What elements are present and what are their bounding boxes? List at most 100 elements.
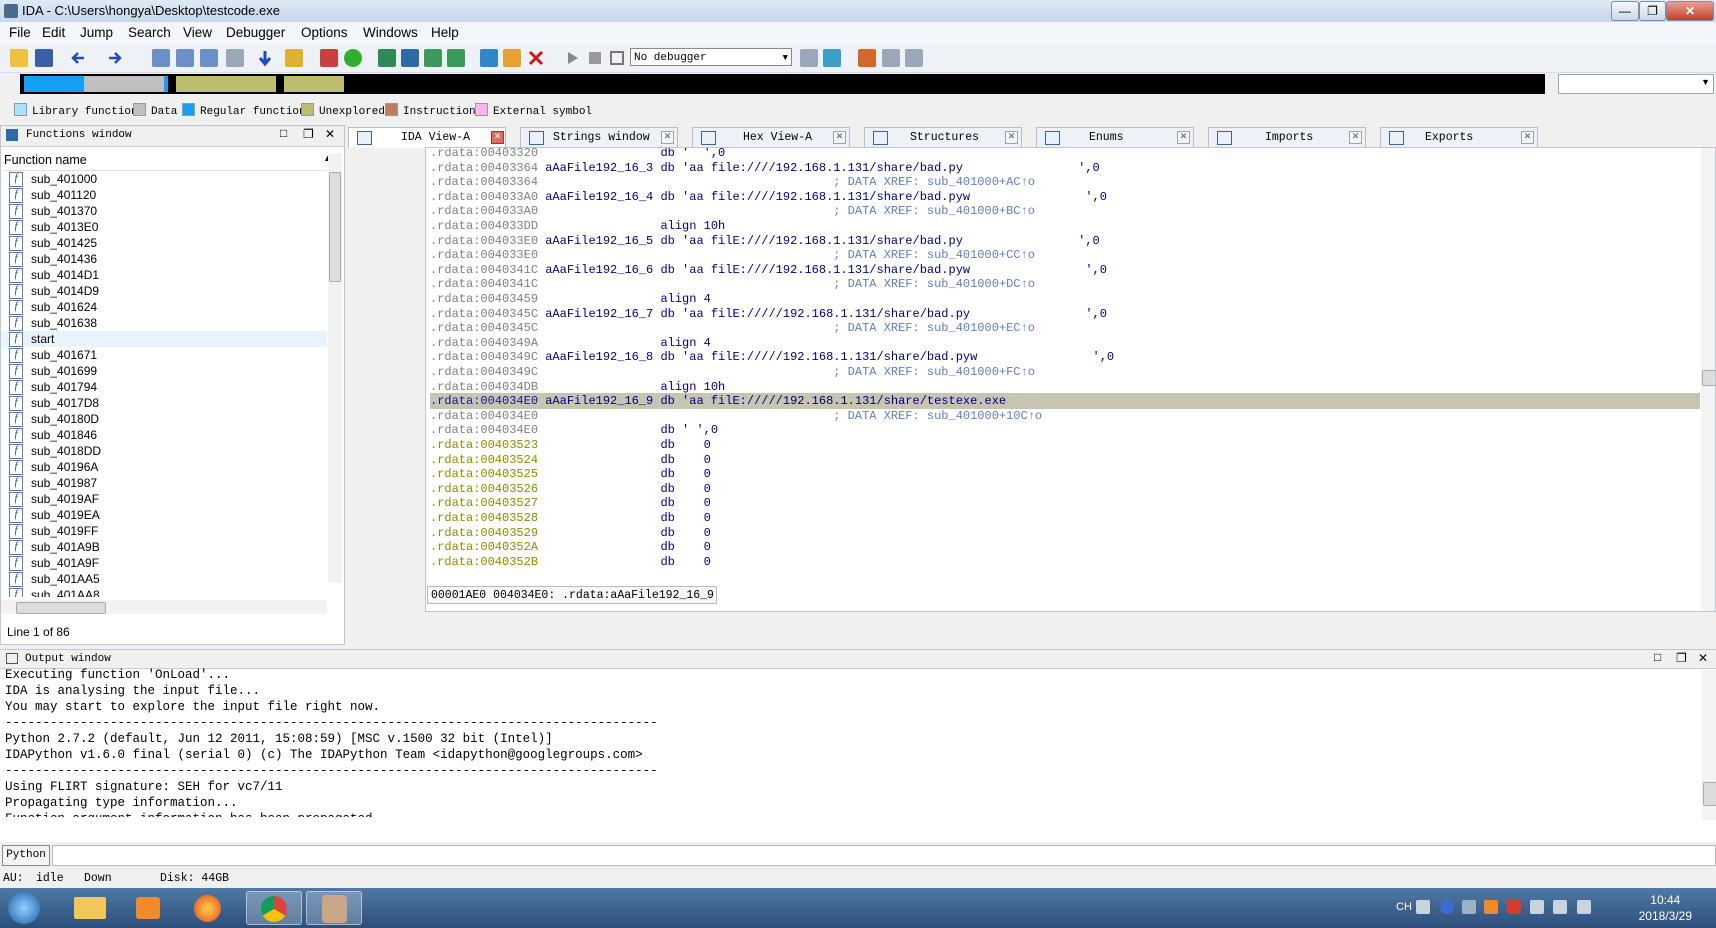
find-icon[interactable]: [152, 49, 170, 67]
trace-icon[interactable]: [882, 49, 900, 67]
media-player-taskbar-icon[interactable]: [120, 891, 176, 925]
find-text-icon[interactable]: [226, 49, 244, 67]
close-icon[interactable]: ✕: [325, 127, 335, 142]
disassembly-line[interactable]: .rdata:0040349C aAaFile192_16_8 db 'aa f…: [430, 349, 1114, 365]
tab-strings-window[interactable]: Strings window ✕: [520, 127, 678, 147]
back-icon[interactable]: [70, 49, 88, 67]
scroll-thumb[interactable]: [329, 172, 341, 282]
graph-icon[interactable]: [320, 49, 338, 67]
close-icon[interactable]: ✕: [1349, 131, 1362, 144]
function-list-item[interactable]: f sub_4017D8: [1, 395, 327, 411]
add-2-icon[interactable]: [447, 49, 465, 67]
function-list-item[interactable]: f start: [1, 331, 327, 347]
app-tray-icon[interactable]: [1484, 900, 1498, 914]
function-list-item[interactable]: f sub_401987: [1, 475, 327, 491]
disassembly-line[interactable]: .rdata:004033DD align 10h: [430, 218, 725, 234]
delete-icon[interactable]: [527, 49, 545, 67]
pause-icon[interactable]: [586, 49, 604, 67]
function-list-item[interactable]: f sub_401370: [1, 203, 327, 219]
disassembly-line[interactable]: .rdata:00403527 db 0: [430, 495, 711, 511]
close-button[interactable]: ✕: [1666, 1, 1714, 21]
save-icon[interactable]: [35, 49, 53, 67]
function-list-item[interactable]: f sub_401AA5: [1, 571, 327, 587]
function-list-item[interactable]: f sub_4013E0: [1, 219, 327, 235]
play-icon[interactable]: [563, 49, 581, 67]
restore-button[interactable]: ❐: [1639, 1, 1666, 21]
maximize-icon[interactable]: □: [1654, 651, 1661, 665]
disassembly-vertical-scrollbar[interactable]: [1701, 148, 1715, 611]
function-name-column-header[interactable]: Function name▲: [4, 153, 332, 171]
function-list-item[interactable]: f sub_40180D: [1, 411, 327, 427]
menu-jump[interactable]: Jump: [80, 25, 113, 40]
close-icon[interactable]: ✕: [833, 131, 846, 144]
close-icon[interactable]: ✕: [491, 131, 504, 144]
disassembly-line[interactable]: .rdata:00403364 ; DATA XREF: sub_401000+…: [430, 174, 1035, 190]
function-list-item[interactable]: f sub_40196A: [1, 459, 327, 475]
patch-icon[interactable]: [503, 49, 521, 67]
function-list-item[interactable]: f sub_401699: [1, 363, 327, 379]
monitor-icon[interactable]: [1553, 900, 1567, 914]
function-list-item[interactable]: f sub_401A9B: [1, 539, 327, 555]
menu-help[interactable]: Help: [431, 25, 459, 40]
close-icon[interactable]: ✕: [1177, 131, 1190, 144]
function-list-item[interactable]: f sub_401000: [1, 171, 327, 187]
output-vertical-scrollbar[interactable]: [1702, 670, 1716, 820]
disassembly-line[interactable]: .rdata:00403526 db 0: [430, 481, 711, 497]
function-list-item[interactable]: f sub_4014D1: [1, 267, 327, 283]
function-list-item[interactable]: f sub_401671: [1, 347, 327, 363]
menu-search[interactable]: Search: [128, 25, 171, 40]
add-icon[interactable]: [424, 49, 442, 67]
step-icon[interactable]: [800, 49, 818, 67]
menu-edit[interactable]: Edit: [42, 25, 65, 40]
minimize-button[interactable]: —: [1611, 1, 1639, 21]
menu-windows[interactable]: Windows: [363, 25, 418, 40]
disassembly-line[interactable]: .rdata:00403459 align 4: [430, 291, 711, 307]
function-list-item[interactable]: f sub_401638: [1, 315, 327, 331]
breakpoint-icon[interactable]: [858, 49, 876, 67]
scroll-thumb[interactable]: [1702, 370, 1715, 386]
help-icon[interactable]: [1440, 900, 1454, 914]
close-icon[interactable]: ✕: [1005, 131, 1018, 144]
scroll-thumb[interactable]: [1703, 782, 1716, 806]
forward-icon[interactable]: [106, 49, 124, 67]
clock[interactable]: 10:44 2018/3/29: [1639, 892, 1692, 924]
tab-enums[interactable]: Enums ✕: [1036, 127, 1194, 147]
disassembly-line[interactable]: .rdata:004034E0 ; DATA XREF: sub_401000+…: [430, 408, 1042, 424]
disassembly-line[interactable]: .rdata:004034DB align 10h: [430, 379, 725, 395]
float-icon[interactable]: ❐: [1676, 651, 1687, 666]
function-list-item[interactable]: f sub_4019FF: [1, 523, 327, 539]
menu-options[interactable]: Options: [301, 25, 348, 40]
function-list-item[interactable]: f sub_401120: [1, 187, 327, 203]
disassembly-line[interactable]: .rdata:0040349C ; DATA XREF: sub_401000+…: [430, 364, 1035, 380]
plugin-icon[interactable]: [480, 49, 498, 67]
disassembly-line[interactable]: .rdata:0040349A align 4: [430, 335, 711, 351]
disassembly-line[interactable]: .rdata:004033A0 ; DATA XREF: sub_401000+…: [430, 203, 1035, 219]
maximize-icon[interactable]: □: [280, 127, 287, 141]
find-next-icon[interactable]: [176, 49, 194, 67]
function-list-item[interactable]: f sub_4019EA: [1, 507, 327, 523]
navigation-strip[interactable]: [20, 74, 1545, 94]
function-list-item[interactable]: f sub_4018DD: [1, 443, 327, 459]
disassembly-line[interactable]: .rdata:0040352A db 0: [430, 539, 711, 555]
volume-icon[interactable]: [1577, 900, 1591, 914]
python-button[interactable]: Python: [2, 845, 50, 866]
close-icon[interactable]: ✕: [661, 131, 674, 144]
disassembly-line[interactable]: .rdata:004033A0 aAaFile192_16_4 db 'aa f…: [430, 189, 1107, 205]
scroll-thumb[interactable]: [16, 602, 106, 614]
float-icon[interactable]: ❐: [303, 127, 314, 142]
step-over-icon[interactable]: [823, 49, 841, 67]
close-icon[interactable]: ✕: [1698, 651, 1708, 666]
debugger-select[interactable]: No debugger ▼: [630, 48, 792, 66]
function-list-item[interactable]: f sub_401425: [1, 235, 327, 251]
disassembly-line[interactable]: .rdata:00403523 db 0: [430, 437, 711, 453]
chrome-taskbar-icon[interactable]: [246, 891, 302, 925]
start-button-icon[interactable]: [8, 892, 40, 924]
function-list-item[interactable]: f sub_401AA8: [1, 587, 327, 597]
tab-imports[interactable]: Imports ✕: [1208, 127, 1366, 147]
menu-debugger[interactable]: Debugger: [226, 25, 285, 40]
functions-horizontal-scrollbar[interactable]: [1, 600, 327, 614]
disassembly-line[interactable]: .rdata:0040352B db 0: [430, 554, 711, 570]
disassembly-line[interactable]: .rdata:004034E0 db ' ',0: [430, 422, 718, 438]
disassembly-line[interactable]: .rdata:004033E0 ; DATA XREF: sub_401000+…: [430, 247, 1035, 263]
struct-icon[interactable]: [401, 49, 419, 67]
